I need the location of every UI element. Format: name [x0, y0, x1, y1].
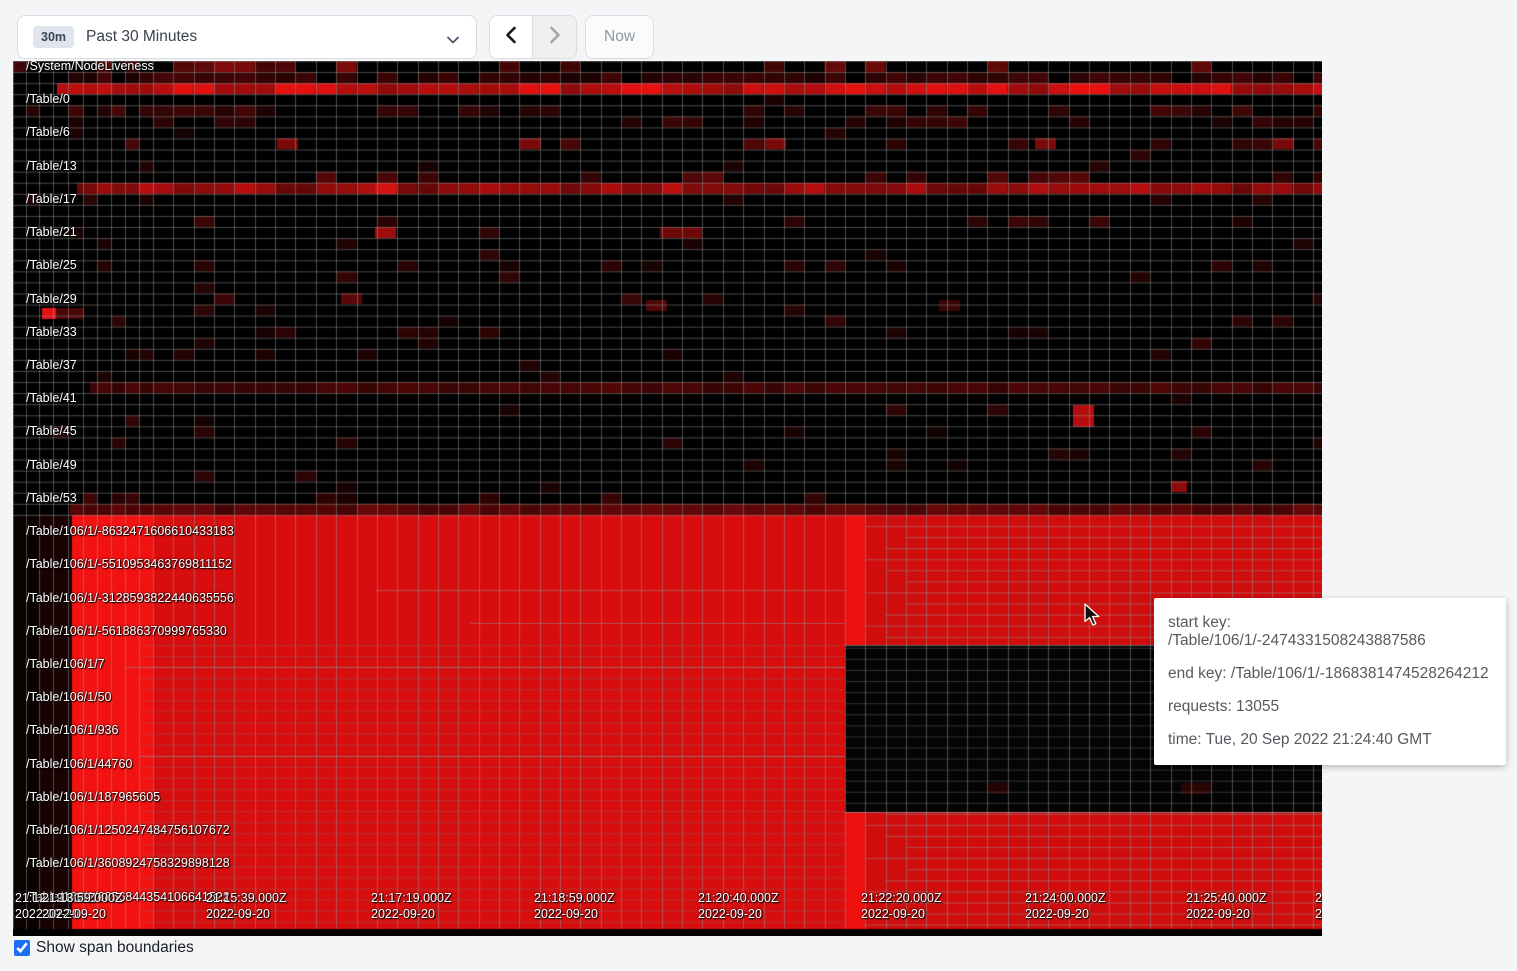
- chevron-down-icon: [446, 32, 460, 50]
- toolbar: 30m Past 30 Minutes Now: [0, 0, 1517, 61]
- tooltip-start-key: start key: /Table/106/1/-247433150824388…: [1168, 614, 1492, 650]
- chevron-right-icon: [548, 26, 562, 49]
- time-range-dropdown[interactable]: 30m Past 30 Minutes: [17, 15, 477, 59]
- show-span-boundaries-checkbox[interactable]: [14, 940, 30, 956]
- heatmap-canvas[interactable]: [13, 61, 1322, 936]
- duration-badge: 30m: [33, 26, 74, 48]
- tooltip-end-key: end key: /Table/106/1/-18683814745282642…: [1168, 665, 1492, 683]
- range-tooltip: start key: /Table/106/1/-247433150824388…: [1154, 598, 1506, 765]
- prev-time-button[interactable]: [490, 16, 533, 58]
- chevron-left-icon: [504, 26, 518, 49]
- next-time-button[interactable]: [533, 16, 576, 58]
- show-span-boundaries-label: Show span boundaries: [36, 939, 194, 957]
- duration-label: Past 30 Minutes: [86, 28, 197, 46]
- now-button[interactable]: Now: [585, 15, 654, 59]
- time-nav-group: [489, 15, 577, 59]
- footer: Show span boundaries: [14, 939, 194, 957]
- key-visualizer-chart: /System/NodeLiveness/Table/0/Table/6/Tab…: [13, 61, 1322, 936]
- tooltip-requests: requests: 13055: [1168, 698, 1492, 716]
- tooltip-time: time: Tue, 20 Sep 2022 21:24:40 GMT: [1168, 731, 1492, 749]
